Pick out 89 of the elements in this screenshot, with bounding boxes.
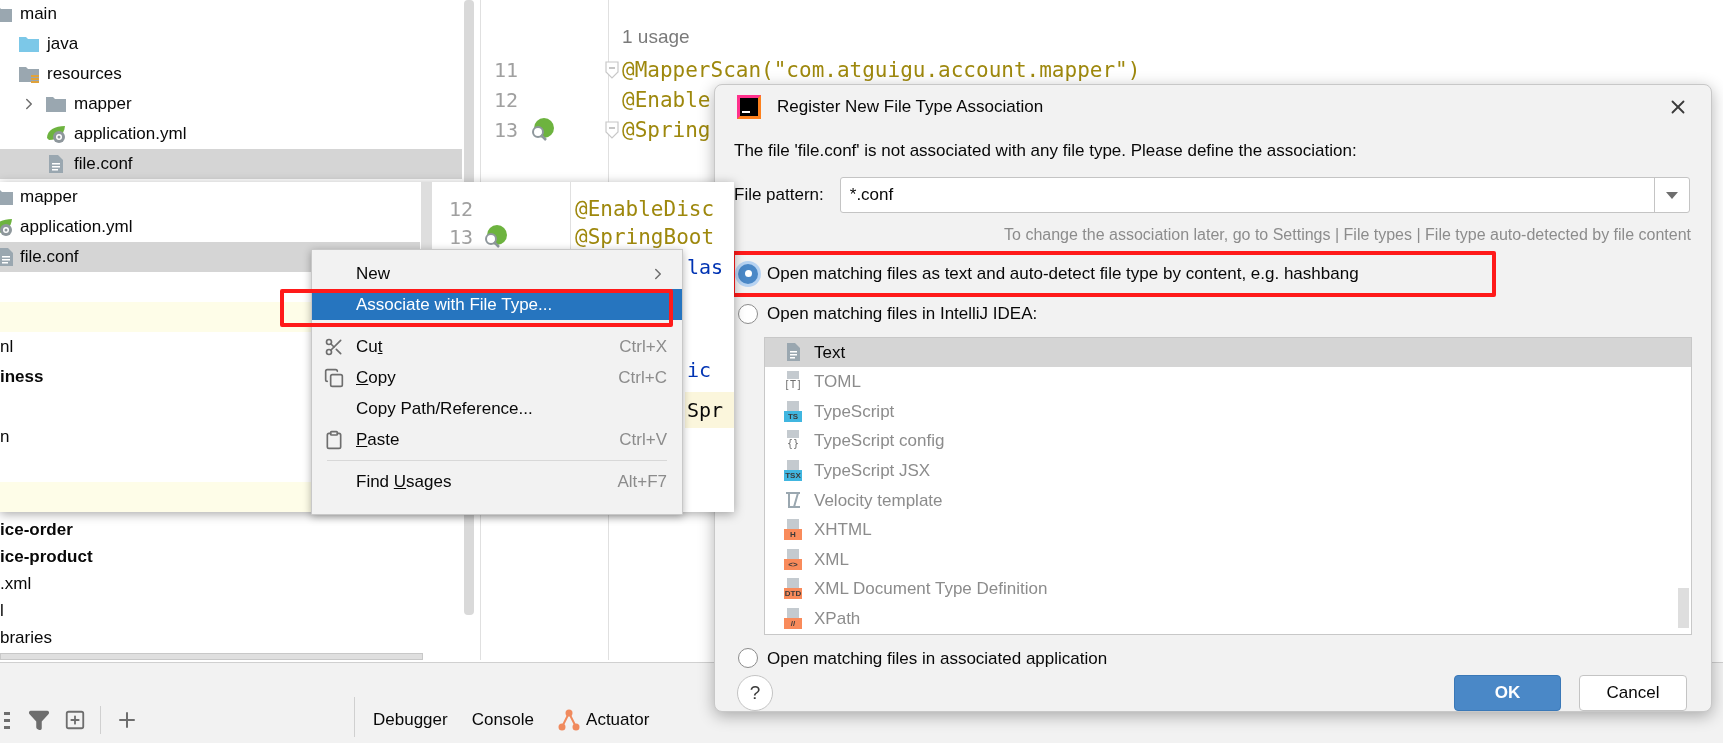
tree-item[interactable]: main (0, 0, 462, 29)
line-number: 12 (493, 87, 518, 114)
copy-icon (324, 367, 344, 388)
line-number: 11 (493, 57, 518, 84)
tree-label: file.conf (74, 153, 133, 176)
field-label: File pattern: (734, 184, 824, 207)
folder-icon (18, 35, 40, 53)
tool-tab[interactable]: Debugger (373, 707, 448, 733)
tree-label[interactable]: ice-product (0, 543, 93, 570)
tree-item[interactable]: mapper (0, 89, 462, 119)
tree-item[interactable]: resources (0, 59, 462, 89)
tree-label: application.yml (20, 216, 133, 239)
menu-item[interactable]: Copy Ctrl+C (312, 362, 682, 393)
add-frame-icon[interactable] (64, 709, 86, 731)
shortcut: Ctrl+C (618, 366, 667, 389)
text-file-icon (785, 342, 801, 363)
tree-item[interactable]: file.conf (0, 149, 462, 179)
dialog-title: Register New File Type Association (777, 96, 1045, 119)
list-item[interactable]: Text (765, 337, 1691, 368)
tree-label: application.yml (74, 123, 187, 146)
option-label[interactable]: Open matching files in associated application (767, 645, 1108, 672)
option-label[interactable]: Open matching files in IntelliJ IDEA: (767, 301, 1038, 327)
menu-label: Copy Path/Reference... (356, 397, 533, 420)
tree-label: mapper (20, 186, 78, 209)
tree-label[interactable]: l (0, 597, 4, 624)
bean-search-icon[interactable] (529, 117, 555, 143)
code-line: @SpringBoot (575, 225, 715, 249)
shortcut: Alt+F7 (617, 470, 667, 493)
shortcut: Ctrl+X (619, 335, 667, 358)
actuator-icon (558, 709, 581, 731)
usage-hint[interactable]: 1 usage (622, 22, 690, 52)
tree-label: main (20, 3, 57, 26)
tree-label[interactable]: .xml (0, 570, 32, 597)
radio-button[interactable] (738, 648, 758, 669)
description-text: The file 'file.conf' is not associated with any file type. Please define the association: (734, 140, 1357, 163)
pattern-combobox[interactable]: *.conf (839, 177, 1690, 213)
tree-item[interactable]: application.yml (0, 212, 420, 242)
code-line: @EnableDisc (575, 197, 715, 221)
code-line: @Enable (622, 88, 711, 112)
menu-label: Paste (356, 428, 400, 451)
tree-label: mapper (74, 93, 132, 116)
line-number: 13 (493, 117, 518, 144)
tree-item[interactable]: application.yml (0, 119, 462, 149)
velocity-icon (783, 490, 803, 511)
radio-button[interactable] (738, 263, 758, 284)
menu-item[interactable]: Copy Path/Reference... (312, 393, 682, 424)
cancel-button[interactable]: Cancel (1579, 675, 1687, 711)
fold-icon[interactable] (604, 60, 620, 80)
radio-button[interactable] (738, 304, 758, 324)
option-label[interactable]: Open matching files as text and auto-detect file type by content, e.g. hashbang (767, 260, 1359, 287)
tree-label[interactable]: ice-order (0, 516, 73, 543)
menu-label: Associate with File Type... (356, 293, 553, 316)
tree-item[interactable]: mapper (0, 182, 420, 212)
code-line: las (686, 254, 725, 281)
tree-label: resources (47, 63, 122, 86)
bean-search-icon[interactable] (482, 224, 508, 250)
tree-item[interactable]: java (0, 29, 462, 59)
scrollbar-thumb[interactable] (1678, 587, 1689, 628)
hint-text: To change the association later, go to Settings | File types | File type auto-detected by file content (1004, 225, 1691, 245)
menu-item[interactable]: Paste Ctrl+V (312, 424, 682, 455)
tree-label: java (47, 33, 79, 56)
filter-icon[interactable] (28, 709, 50, 731)
menu-item[interactable]: Find Usages Alt+F7 (312, 466, 682, 497)
scrollbar-thumb[interactable] (0, 653, 423, 660)
app-logo-icon (737, 95, 761, 119)
clipboard-icon (324, 429, 344, 450)
menu-item[interactable]: Cut Ctrl+X (312, 331, 682, 362)
folder-icon (18, 65, 40, 83)
menu-label: Copy (356, 366, 396, 389)
line-number: 12 (448, 197, 473, 221)
ok-button[interactable]: OK (1454, 675, 1561, 711)
tool-tab[interactable]: Console (471, 707, 535, 733)
leaf-gear-icon (45, 124, 67, 144)
fold-icon[interactable] (604, 120, 620, 140)
folder-icon (45, 95, 67, 113)
tree-label[interactable]: braries (0, 624, 52, 651)
shortcut: Ctrl+V (619, 428, 667, 451)
line-number: 13 (448, 225, 473, 249)
tool-tab[interactable]: Actuator (558, 707, 650, 733)
tree-label: file.conf (20, 246, 79, 269)
scissors-icon (324, 336, 344, 357)
menu-label: Cut (356, 335, 383, 358)
code-line: @Spring (622, 118, 711, 142)
help-button[interactable]: ? (737, 675, 773, 711)
code-line: @MapperScan("com.atguigu.account.mapper") (622, 58, 1141, 82)
code-line: ic (686, 357, 713, 384)
text-file-icon (48, 154, 64, 174)
menu-label: Find Usages (356, 470, 452, 493)
text-file-icon (0, 247, 14, 267)
